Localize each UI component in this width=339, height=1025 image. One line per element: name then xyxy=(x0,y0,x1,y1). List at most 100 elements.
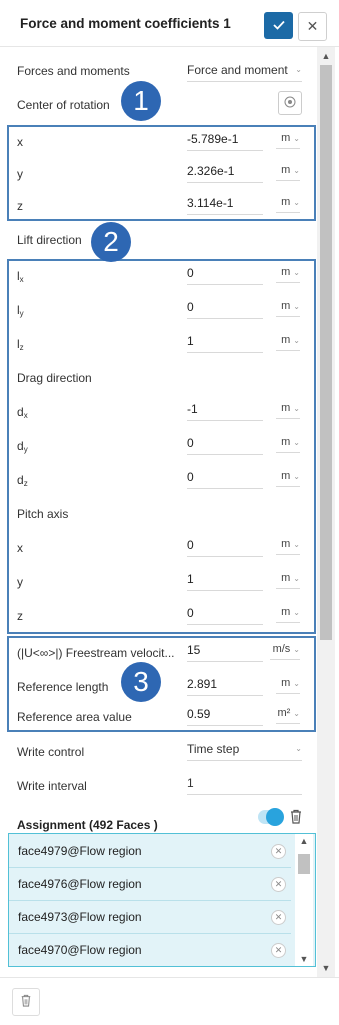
annotation-badge-2: 2 xyxy=(91,222,131,262)
chevron-down-icon: ⌄ xyxy=(293,404,300,413)
freestream-velocity-input[interactable]: 15 xyxy=(187,643,263,662)
face-name: face4976@Flow region xyxy=(18,877,142,891)
pitch-z-input[interactable]: 0 xyxy=(187,606,263,625)
lift-y-unit-select[interactable]: m ⌄ xyxy=(276,300,300,317)
center-x-row: x -5.789e-1 m ⌄ xyxy=(0,127,316,161)
chevron-down-icon: ⌄ xyxy=(293,268,300,277)
center-z-input[interactable]: 3.114e-1 xyxy=(187,196,263,215)
confirm-button[interactable] xyxy=(264,12,293,39)
list-item[interactable]: face4979@Flow region ✕ xyxy=(9,834,291,868)
drag-z-label: dz xyxy=(17,473,28,488)
scrollbar-thumb[interactable] xyxy=(298,854,310,874)
pitch-y-unit-select[interactable]: m ⌄ xyxy=(276,572,300,589)
pick-point-button[interactable] xyxy=(278,91,302,115)
write-control-select[interactable]: Time step ⌄ xyxy=(187,742,302,761)
pitch-z-unit-select[interactable]: m ⌄ xyxy=(276,606,300,623)
lift-x-input[interactable]: 0 xyxy=(187,266,263,285)
write-interval-input[interactable]: 1 xyxy=(187,776,302,795)
pitch-y-input[interactable]: 1 xyxy=(187,572,263,591)
lift-x-unit-select[interactable]: m ⌄ xyxy=(276,266,300,283)
center-y-unit: m xyxy=(281,164,291,176)
trash-icon xyxy=(20,994,32,1010)
center-x-unit: m xyxy=(281,132,291,144)
chevron-down-icon: ⌄ xyxy=(293,608,300,617)
target-icon xyxy=(284,96,296,111)
center-x-unit-select[interactable]: m ⌄ xyxy=(276,132,300,149)
drag-y-row: dy 0 m ⌄ xyxy=(0,431,316,465)
center-y-unit-select[interactable]: m ⌄ xyxy=(276,164,300,181)
trash-icon[interactable] xyxy=(289,809,303,827)
center-y-input[interactable]: 2.326e-1 xyxy=(187,164,263,183)
forces-and-moments-select[interactable]: Force and moment ⌄ xyxy=(187,63,302,82)
reference-length-label: Reference length xyxy=(17,680,109,694)
lift-x-unit: m xyxy=(281,266,291,278)
chevron-up-icon[interactable]: ▲ xyxy=(317,49,335,63)
freestream-velocity-row: (|U<∞>|) Freestream velocit... 15 m/s ⌄ xyxy=(0,638,316,672)
pitch-z-row: z 0 m ⌄ xyxy=(0,601,316,635)
center-z-unit-select[interactable]: m ⌄ xyxy=(276,196,300,213)
center-z-label: z xyxy=(17,199,23,213)
drag-z-unit-select[interactable]: m ⌄ xyxy=(276,470,300,487)
annotation-badge-3: 3 xyxy=(121,662,161,702)
lift-x-label: lx xyxy=(17,269,24,284)
remove-icon[interactable]: ✕ xyxy=(271,943,286,958)
reference-length-unit-select[interactable]: m ⌄ xyxy=(276,677,300,694)
pitch-z-label: z xyxy=(17,609,23,623)
drag-y-unit: m xyxy=(281,436,291,448)
chevron-up-icon[interactable]: ▲ xyxy=(295,836,313,846)
reference-area-unit-select[interactable]: m² ⌄ xyxy=(276,707,300,724)
panel-scrollbar[interactable]: ▲ ▼ xyxy=(317,47,335,977)
list-item[interactable]: face4976@Flow region ✕ xyxy=(9,867,291,901)
chevron-down-icon: ⌄ xyxy=(295,65,302,74)
lift-direction-label: Lift direction xyxy=(17,233,82,247)
remove-icon[interactable]: ✕ xyxy=(271,844,286,859)
center-of-rotation-label: Center of rotation xyxy=(17,98,110,112)
drag-x-input[interactable]: -1 xyxy=(187,402,263,421)
panel-footer xyxy=(0,977,339,1025)
freestream-velocity-label: (|U<∞>|) Freestream velocit... xyxy=(17,646,175,660)
lift-z-input[interactable]: 1 xyxy=(187,334,263,353)
chevron-down-icon: ⌄ xyxy=(293,574,300,583)
freestream-velocity-unit: m/s xyxy=(272,643,291,655)
face-list-scrollbar[interactable]: ▲ ▼ xyxy=(295,834,313,966)
forces-and-moments-value: Force and moment xyxy=(187,63,288,77)
lift-y-row: ly 0 m ⌄ xyxy=(0,295,316,329)
pitch-x-input[interactable]: 0 xyxy=(187,538,263,557)
drag-z-input[interactable]: 0 xyxy=(187,470,263,489)
center-y-label: y xyxy=(17,167,23,181)
reference-length-input[interactable]: 2.891 xyxy=(187,677,263,696)
chevron-down-icon: ⌄ xyxy=(293,645,300,654)
chevron-down-icon: ⌄ xyxy=(295,744,302,753)
drag-x-unit-select[interactable]: m ⌄ xyxy=(276,402,300,419)
chevron-down-icon[interactable]: ▼ xyxy=(317,961,335,975)
assignment-toggle[interactable] xyxy=(258,808,284,826)
center-z-row: z 3.114e-1 m ⌄ xyxy=(0,189,316,223)
close-button[interactable]: ✕ xyxy=(298,12,327,41)
drag-y-input[interactable]: 0 xyxy=(187,436,263,455)
list-item[interactable]: face4973@Flow region ✕ xyxy=(9,900,291,934)
freestream-velocity-unit-select[interactable]: m/s ⌄ xyxy=(270,643,300,660)
face-name: face4970@Flow region xyxy=(18,943,142,957)
pitch-z-unit: m xyxy=(281,606,291,618)
pitch-x-unit-select[interactable]: m ⌄ xyxy=(276,538,300,555)
drag-y-unit-select[interactable]: m ⌄ xyxy=(276,436,300,453)
drag-y-label: dy xyxy=(17,439,28,454)
assignment-face-list: face4979@Flow region ✕ face4976@Flow reg… xyxy=(8,833,316,967)
list-item[interactable]: face4970@Flow region ✕ xyxy=(9,933,291,966)
chevron-down-icon: ⌄ xyxy=(293,166,300,175)
reference-area-input[interactable]: 0.59 xyxy=(187,707,263,726)
reference-area-unit: m² xyxy=(277,707,291,719)
remove-icon[interactable]: ✕ xyxy=(271,910,286,925)
lift-direction-row: Lift direction xyxy=(0,227,316,261)
lift-y-input[interactable]: 0 xyxy=(187,300,263,319)
scrollbar-thumb[interactable] xyxy=(320,65,332,640)
remove-icon[interactable]: ✕ xyxy=(271,877,286,892)
center-x-label: x xyxy=(17,135,23,149)
center-z-unit: m xyxy=(281,196,291,208)
lift-z-unit-select[interactable]: m ⌄ xyxy=(276,334,300,351)
chevron-down-icon[interactable]: ▼ xyxy=(295,954,313,964)
delete-button[interactable] xyxy=(12,988,40,1016)
center-x-input[interactable]: -5.789e-1 xyxy=(187,132,263,151)
face-name: face4973@Flow region xyxy=(18,910,142,924)
drag-x-label: dx xyxy=(17,405,28,420)
